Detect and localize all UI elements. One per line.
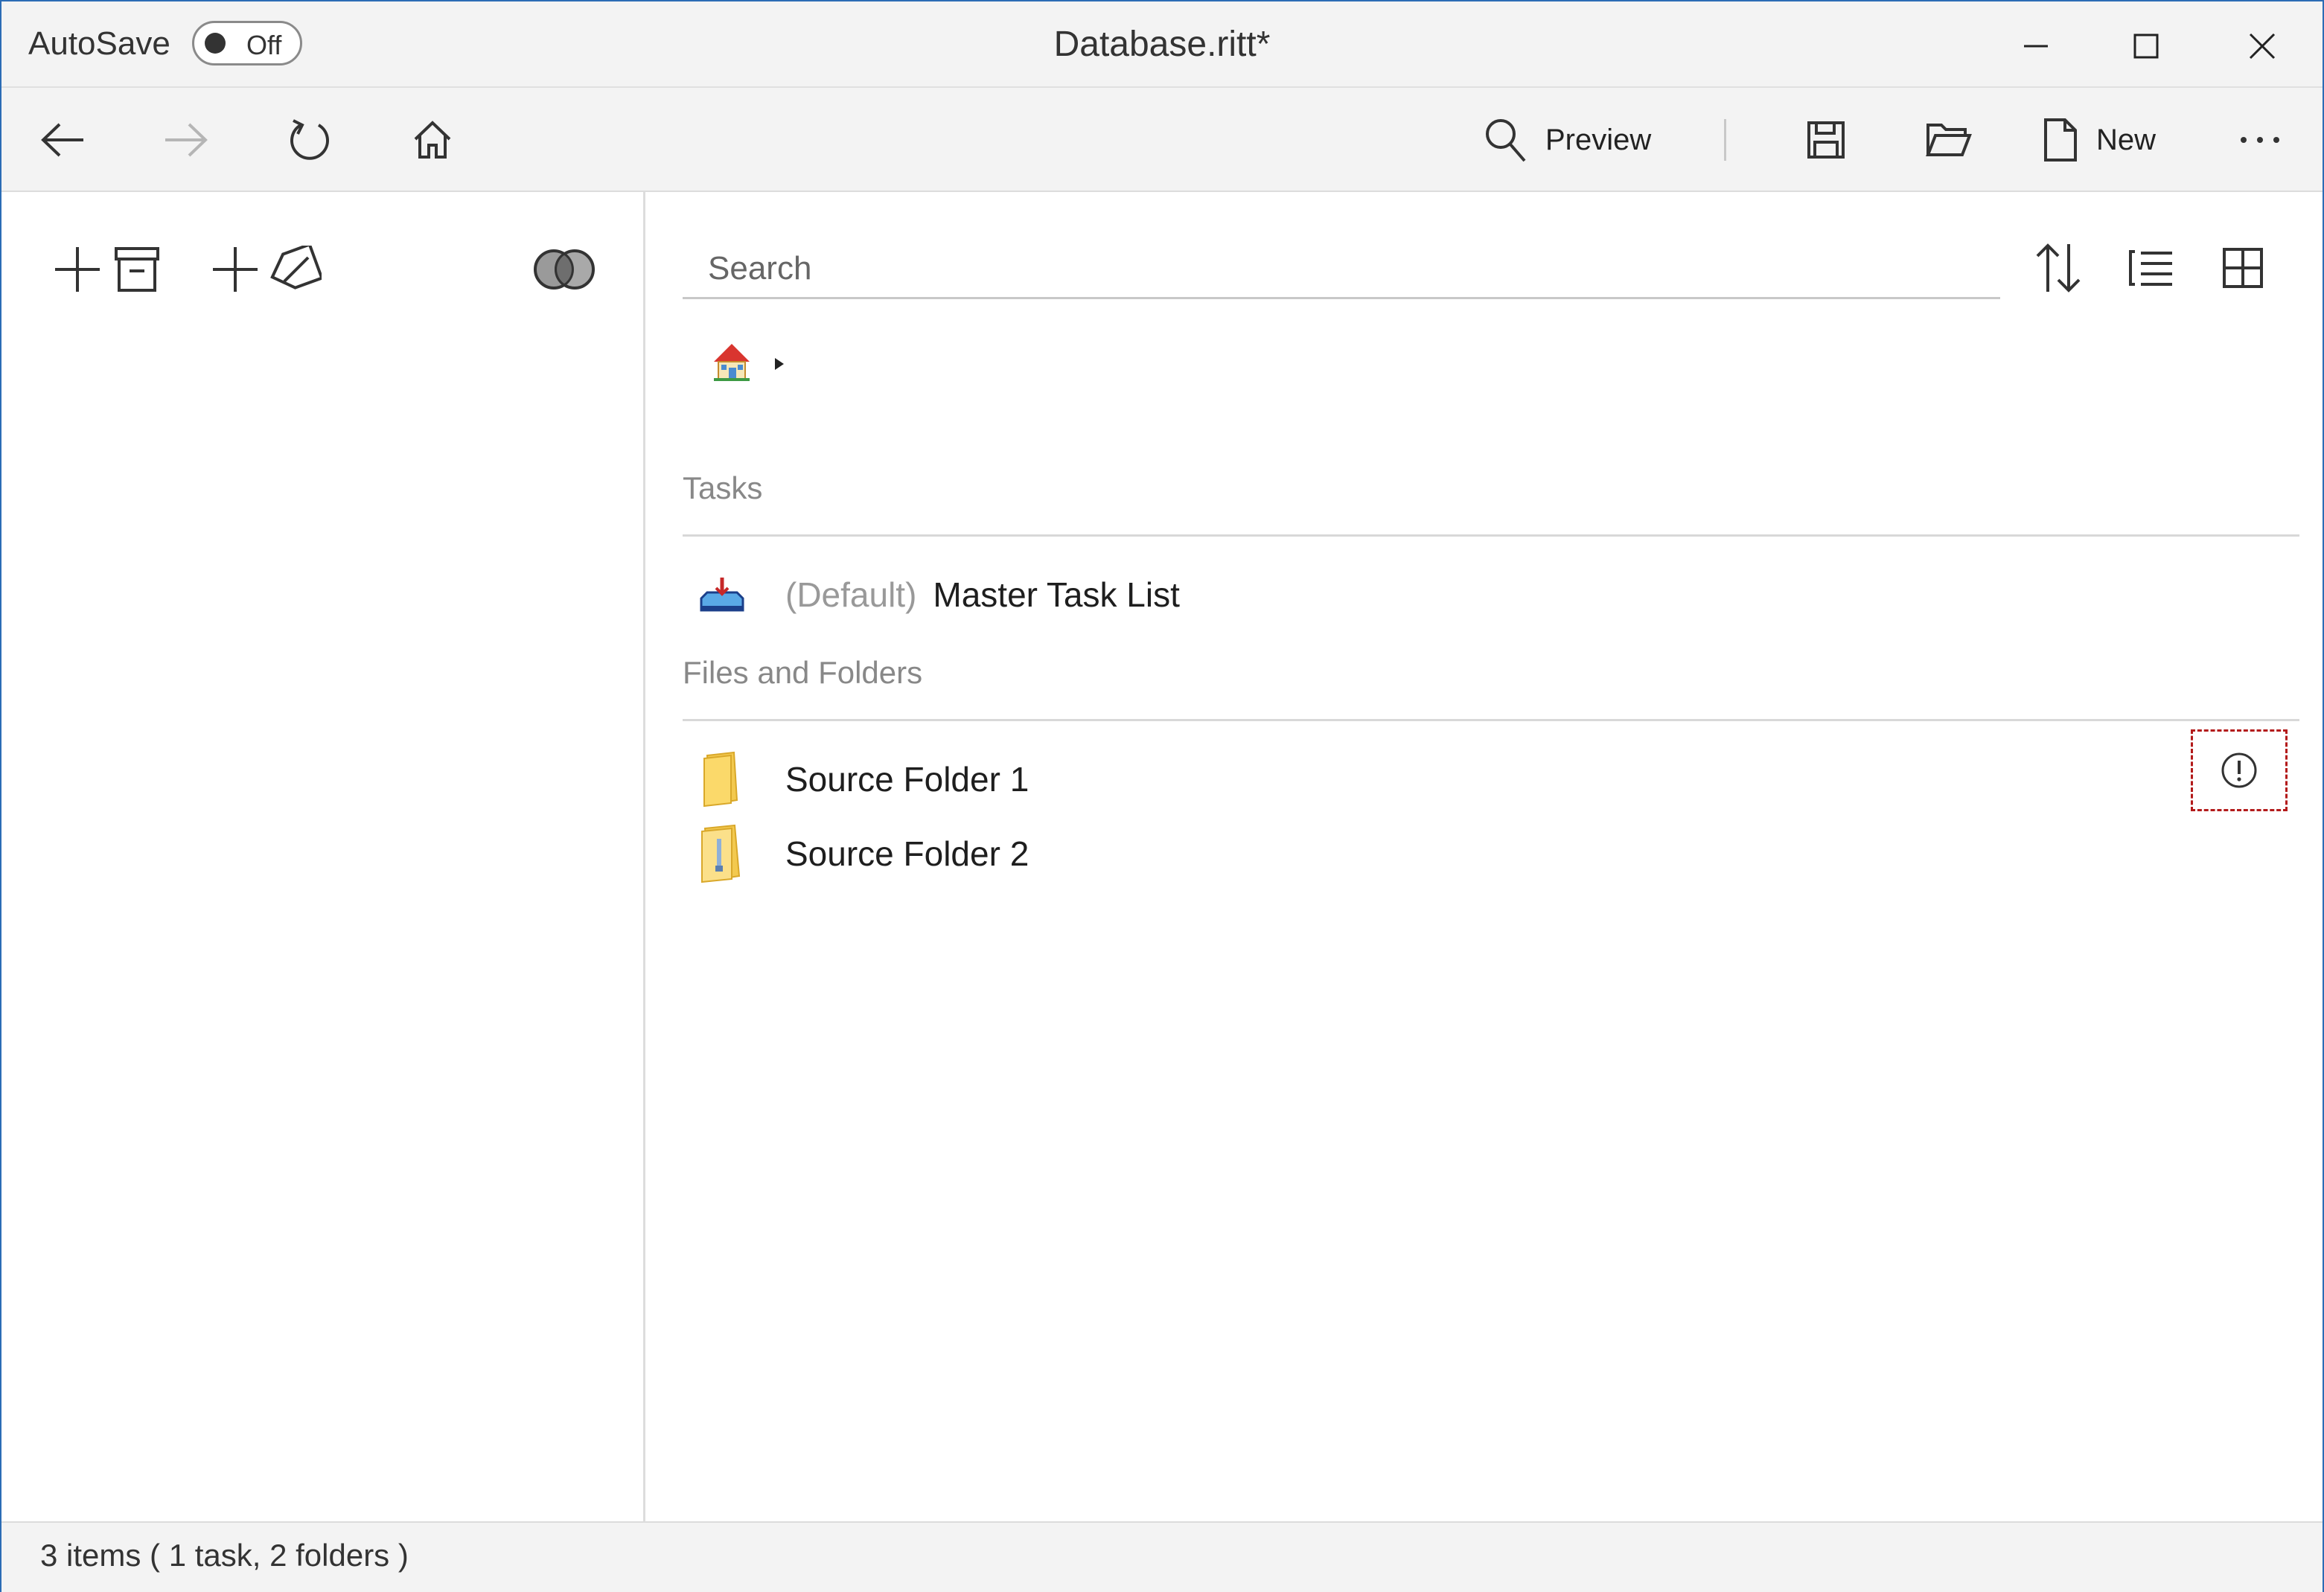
info-icon	[2221, 752, 2257, 788]
breadcrumb	[711, 341, 784, 386]
section-divider	[683, 719, 2299, 721]
app-window: AutoSave Off Database.ritt* Preview New …	[0, 0, 2324, 1592]
new-label: New	[2096, 123, 2157, 156]
sort-button[interactable]	[2028, 238, 2088, 298]
list-view-button[interactable]	[2121, 238, 2180, 298]
minimize-icon	[2024, 45, 2048, 48]
toolbar: Preview New	[1, 88, 2323, 192]
left-pane	[1, 192, 645, 1521]
home-color-icon	[714, 344, 750, 381]
info-button[interactable]	[2191, 729, 2288, 811]
open-folder-icon	[1926, 124, 1972, 156]
minimize-button[interactable]	[2002, 16, 2069, 76]
new-button[interactable]: New	[2043, 110, 2156, 170]
close-button[interactable]	[2229, 16, 2296, 76]
search-input[interactable]	[683, 240, 2000, 299]
main-pane: Tasks (Default) Master Task List Files a…	[645, 192, 2323, 1521]
venn-merge-icon	[534, 249, 595, 290]
breadcrumb-home[interactable]	[711, 341, 753, 386]
add-archive-icon	[55, 247, 159, 292]
refresh-button[interactable]	[286, 110, 333, 170]
close-icon	[2249, 33, 2276, 60]
venn-merge-button[interactable]	[531, 240, 597, 299]
zip-folder-icon	[697, 824, 747, 883]
task-row-master[interactable]: (Default) Master Task List	[697, 561, 1180, 628]
back-arrow-icon	[41, 123, 83, 157]
new-document-icon	[2044, 118, 2077, 162]
folder-row-1[interactable]: Source Folder 1	[697, 746, 1029, 813]
sort-icon	[2036, 243, 2081, 292]
preview-label: Preview	[1545, 123, 1652, 156]
maximize-button[interactable]	[2113, 16, 2180, 76]
save-icon	[1807, 121, 1845, 159]
task-inbox-icon	[697, 566, 747, 623]
files-section-header: Files and Folders	[683, 655, 923, 690]
tasks-section-header: Tasks	[683, 470, 763, 505]
add-tag-icon	[213, 246, 322, 292]
preview-button[interactable]: Preview	[1483, 110, 1651, 170]
window-title: Database.ritt*	[1053, 25, 1271, 64]
add-tag-button[interactable]	[210, 240, 322, 299]
add-archive-button[interactable]	[52, 240, 162, 299]
maximize-icon	[2133, 33, 2159, 59]
folder-label: Source Folder 1	[785, 760, 1029, 799]
grid-view-button[interactable]	[2213, 238, 2273, 298]
more-icon	[2241, 137, 2279, 143]
save-button[interactable]	[1806, 110, 1846, 170]
folder-row-2[interactable]: Source Folder 2	[697, 820, 1029, 887]
task-label: Master Task List	[933, 575, 1180, 614]
status-bar: 3 items ( 1 task, 2 folders )	[1, 1521, 2323, 1592]
home-icon	[414, 121, 451, 159]
section-divider	[683, 534, 2299, 537]
forward-arrow-icon	[165, 123, 208, 157]
home-button[interactable]	[411, 110, 454, 170]
back-button[interactable]	[39, 110, 86, 170]
list-view-icon	[2129, 250, 2172, 286]
toolbar-divider	[1724, 119, 1726, 161]
forward-button[interactable]	[162, 110, 210, 170]
default-prefix: (Default)	[785, 575, 917, 614]
title-bar: AutoSave Off Database.ritt*	[1, 1, 2323, 88]
folder-label: Source Folder 2	[785, 834, 1029, 873]
status-text: 3 items ( 1 task, 2 folders )	[40, 1538, 409, 1573]
search-icon	[1486, 119, 1526, 162]
folder-icon	[697, 751, 747, 808]
refresh-icon	[290, 119, 329, 160]
open-button[interactable]	[1925, 110, 1973, 170]
more-button[interactable]	[2238, 110, 2282, 170]
breadcrumb-chevron-icon[interactable]	[775, 357, 784, 370]
grid-view-icon	[2223, 248, 2263, 288]
